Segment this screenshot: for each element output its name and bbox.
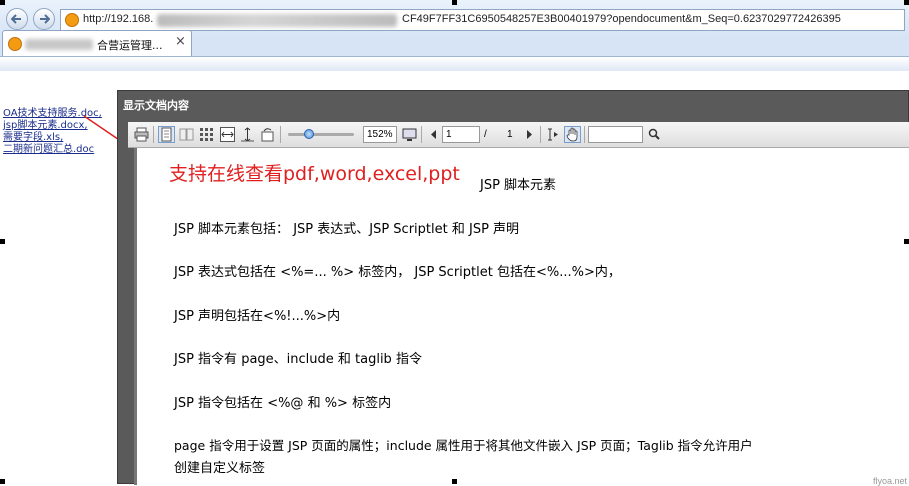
toolbar-separator [280, 126, 281, 143]
triangle-right-icon [527, 130, 532, 139]
zoom-level-field[interactable]: 152% [363, 126, 397, 143]
document-line: JSP 指令有 page、include 和 taglib 指令 [174, 352, 422, 367]
hand-icon [566, 127, 578, 142]
page-total: 1 [507, 129, 513, 140]
toolbar-separator [540, 126, 541, 143]
site-favicon-icon [65, 13, 79, 27]
text-cursor-icon [548, 128, 558, 141]
thumbnail-view-button[interactable] [198, 126, 215, 143]
triangle-left-icon [431, 130, 436, 139]
page-separator: / [484, 129, 487, 140]
fit-height-icon [241, 127, 254, 142]
print-button[interactable] [133, 126, 150, 143]
fit-width-button[interactable] [219, 126, 236, 143]
back-button[interactable] [6, 8, 28, 30]
browser-tab[interactable]: 合营运管理... × [2, 30, 192, 56]
document-line: 创建自定义标签 [174, 461, 266, 476]
page-header-strip [0, 57, 909, 71]
search-button[interactable] [646, 126, 663, 143]
text-select-button[interactable] [544, 126, 561, 143]
dialog-title: 显示文档内容 [123, 99, 189, 112]
toolbar-separator [584, 126, 585, 143]
fit-height-button[interactable] [239, 126, 256, 143]
grid-icon [200, 128, 213, 141]
toolbar-separator [421, 126, 422, 143]
document-title: JSP 脚本元素 [480, 178, 557, 193]
url-suffix: CF49F7FF31C6950548257E3B00401979?opendoc… [402, 13, 841, 25]
toolbar-separator [153, 126, 154, 143]
arrow-right-icon [40, 14, 50, 24]
forward-button[interactable] [33, 8, 55, 30]
single-page-icon [161, 127, 172, 142]
page-number-input[interactable]: 1 [442, 126, 480, 143]
close-icon[interactable]: × [175, 34, 186, 49]
zoom-slider-handle[interactable] [304, 129, 314, 139]
watermark: flyoa.net [872, 476, 907, 486]
single-page-view-button[interactable] [158, 126, 175, 143]
url-prefix: http://192.168. [83, 13, 154, 25]
selection-handle [904, 0, 909, 5]
selection-handle [904, 239, 909, 244]
rotate-button[interactable] [259, 126, 276, 143]
previous-page-button[interactable] [425, 126, 442, 143]
feature-annotation: 支持在线查看pdf,word,excel,ppt [169, 163, 460, 185]
rotate-page-icon [261, 128, 274, 142]
search-input[interactable] [588, 126, 643, 143]
two-page-view-button[interactable] [178, 126, 195, 143]
selection-handle [0, 239, 5, 244]
zoom-slider[interactable] [288, 133, 354, 136]
document-viewer-dialog: 显示文档内容 152% 1 / 1 支持在线查看pdf,word,excel,p… [117, 90, 909, 486]
document-page: 支持在线查看pdf,word,excel,ppt JSP 脚本元素 JSP 脚本… [134, 148, 909, 486]
monitor-icon [402, 128, 417, 141]
selection-handle [452, 0, 457, 5]
url-redacted [157, 14, 397, 27]
document-line: page 指令用于设置 JSP 页面的属性；include 属性用于将其他文件嵌… [174, 438, 753, 453]
pan-tool-button[interactable] [564, 126, 581, 143]
selection-handle [0, 479, 5, 484]
tab-favicon-icon [8, 37, 22, 51]
next-page-button[interactable] [521, 126, 538, 143]
address-bar[interactable]: http://192.168. CF49F7FF31C6950548257E3B… [60, 9, 905, 31]
document-line: JSP 指令包括在 <%@ 和 %> 标签内 [174, 396, 392, 411]
search-icon [648, 128, 660, 140]
tab-title-redacted [25, 39, 93, 50]
printer-icon [134, 127, 149, 142]
document-line: JSP 表达式包括在 <%=... %> 标签内， JSP Scriptlet … [174, 265, 621, 280]
tab-title: 合营运管理... [97, 39, 163, 52]
document-line: JSP 声明包括在<%!...%>内 [174, 309, 341, 324]
two-page-icon [179, 128, 194, 141]
selection-handle [0, 0, 5, 5]
viewer-toolbar: 152% 1 / 1 [128, 122, 909, 148]
arrow-left-icon [11, 14, 21, 24]
document-line: JSP 脚本元素包括： JSP 表达式、JSP Scriptlet 和 JSP … [174, 222, 520, 237]
fit-width-icon [220, 127, 235, 142]
fullscreen-button[interactable] [401, 126, 418, 143]
selection-handle [452, 479, 457, 484]
